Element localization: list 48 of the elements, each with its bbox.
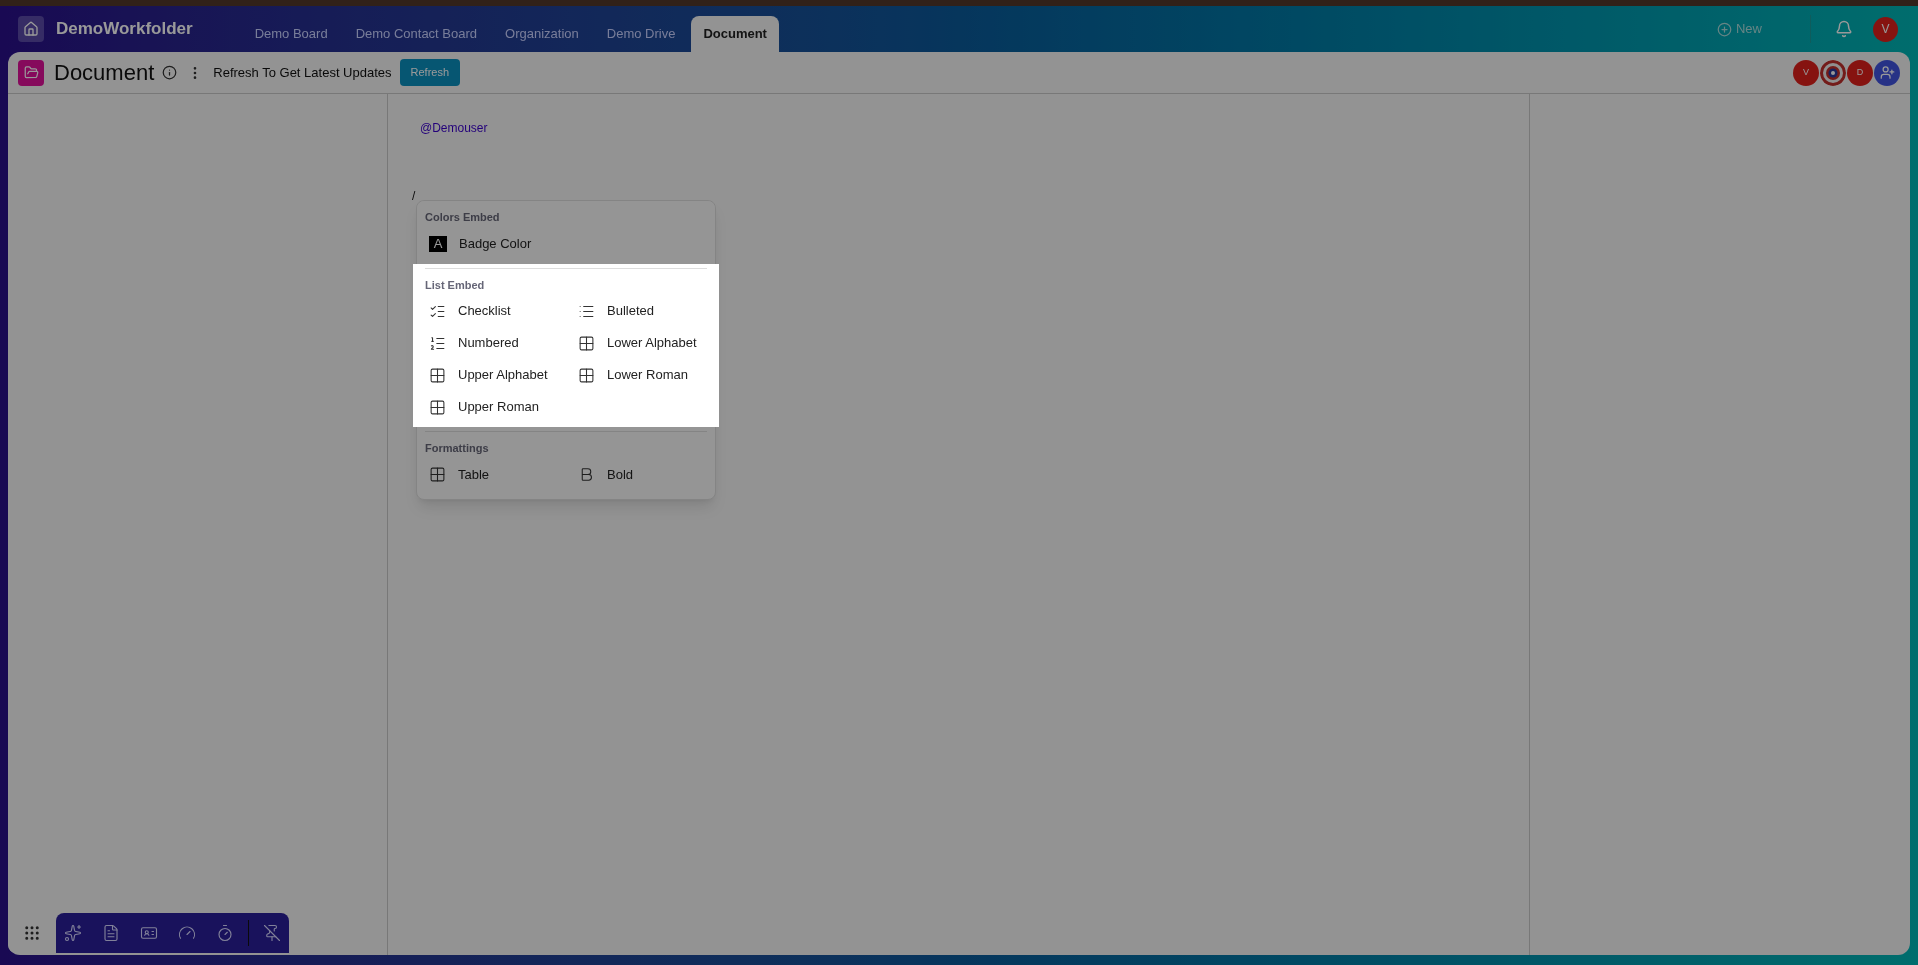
home-icon — [23, 21, 39, 37]
table-icon — [429, 466, 446, 483]
grid-icon — [23, 924, 41, 942]
collaborator-avatar[interactable]: D — [1847, 59, 1873, 86]
menu-item[interactable]: Lower Roman — [566, 359, 715, 391]
plus-circle-icon — [1717, 21, 1732, 37]
menu-item[interactable]: Bold — [566, 458, 715, 491]
menu-item[interactable]: A Badge Color — [417, 227, 566, 260]
numbered-list-icon — [429, 334, 446, 352]
sparkles-icon[interactable] — [64, 924, 82, 942]
id-card-icon[interactable] — [140, 924, 158, 942]
menu-item[interactable]: Bulleted — [566, 295, 715, 327]
home-button[interactable] — [18, 16, 44, 42]
menu-item[interactable]: Checklist — [417, 295, 566, 327]
section-heading: Formattings — [424, 441, 490, 456]
menu-item[interactable]: Lower Alphabet — [566, 327, 715, 359]
collaborator-avatar[interactable]: V — [1793, 59, 1819, 86]
add-user-button[interactable] — [1874, 59, 1900, 86]
app-title: DemoWorkfolder — [56, 18, 193, 41]
document-icon[interactable] — [102, 924, 120, 942]
mention-link[interactable]: @Demouser — [420, 119, 1529, 137]
page-title: Document — [54, 59, 155, 87]
nav-tab[interactable]: Demo Board — [242, 16, 340, 52]
table-icon — [429, 398, 446, 416]
section-heading: List Embed — [424, 277, 486, 293]
table-icon — [578, 366, 595, 384]
table-icon — [429, 366, 446, 384]
gauge-icon[interactable] — [178, 924, 196, 942]
folder-icon — [18, 59, 44, 86]
nav-tab[interactable]: Organization — [493, 16, 591, 52]
info-icon[interactable] — [162, 65, 178, 80]
menu-item[interactable]: Upper Roman — [417, 391, 566, 423]
user-avatar[interactable]: V — [1873, 16, 1898, 42]
menu-item[interactable]: Table — [417, 458, 566, 491]
add-user-icon — [1879, 65, 1895, 80]
nav-tab[interactable]: Demo Contact Board — [343, 16, 490, 52]
nav-tab[interactable]: Demo Drive — [594, 16, 688, 52]
bell-icon[interactable] — [1835, 20, 1853, 38]
nav-tab[interactable]: Document — [691, 16, 779, 52]
table-icon — [578, 334, 595, 352]
timer-icon[interactable] — [216, 924, 234, 942]
refresh-notice: Refresh To Get Latest Updates — [213, 63, 392, 82]
slash-text: / — [412, 188, 416, 205]
pin-off-icon[interactable] — [263, 924, 281, 942]
menu-item[interactable]: Upper Alphabet — [417, 359, 566, 391]
section-heading: Colors Embed — [424, 210, 501, 225]
badge-icon: A — [429, 235, 447, 252]
menu-item[interactable]: Numbered — [417, 327, 566, 359]
